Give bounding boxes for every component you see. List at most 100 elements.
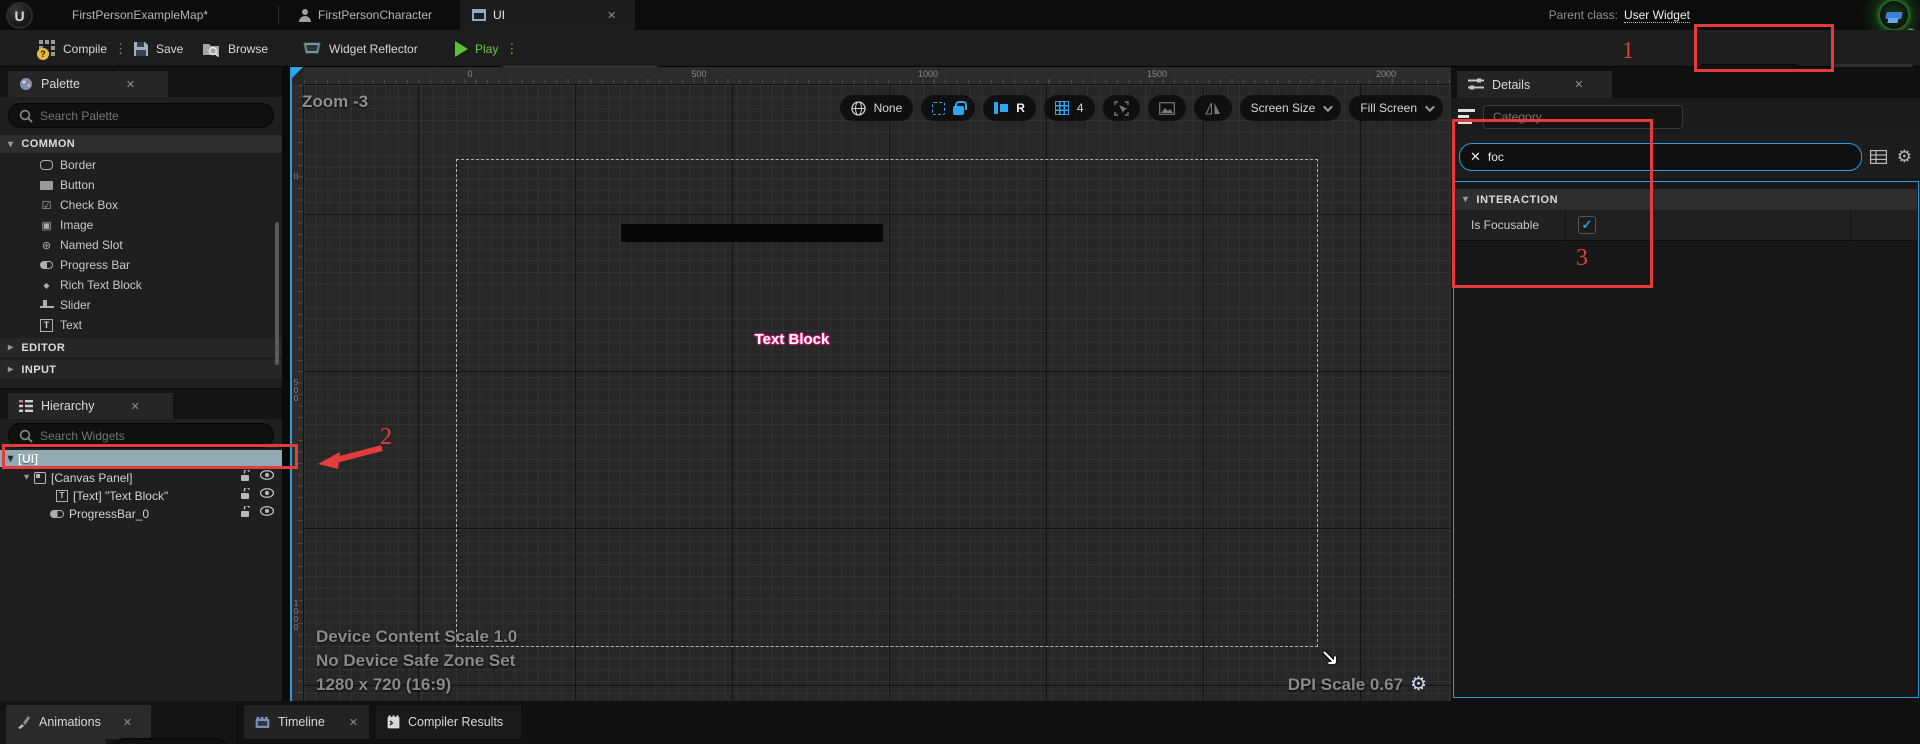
palette-item-image[interactable]: ▣Image [0, 215, 282, 235]
lock-open-icon[interactable] [240, 488, 251, 500]
tab-divider [278, 6, 279, 24]
eye-visibility-icon[interactable] [260, 470, 274, 482]
fill-screen-dropdown[interactable]: Fill Screen [1349, 95, 1443, 121]
palette-section-input[interactable]: ▸ INPUT [0, 360, 282, 379]
hierarchy-search-input[interactable] [40, 429, 263, 443]
palette-search[interactable] [8, 103, 274, 128]
palette-item-text[interactable]: TText [0, 315, 282, 335]
screen-size-dropdown[interactable]: Screen Size [1240, 95, 1342, 121]
ruler-tick-label: 0 [292, 173, 300, 181]
grid-snap-icon [1055, 101, 1069, 115]
tab-details[interactable]: Details ✕ [1457, 71, 1612, 98]
close-icon[interactable]: ✕ [607, 9, 616, 22]
annotation-box-interaction [1452, 119, 1653, 288]
palette-search-input[interactable] [40, 109, 263, 123]
marquee-select-icon[interactable] [932, 102, 945, 115]
tree-row-progressbar[interactable]: ProgressBar_0 [0, 505, 282, 522]
checkbox-icon: ☑ [40, 199, 53, 212]
palette-section-common[interactable]: ▾ COMMON [0, 135, 282, 153]
play-button[interactable]: Play ⋮ [446, 30, 527, 67]
selection-lock-group[interactable] [921, 95, 975, 121]
timeline-panel: Timeline ✕ Compiler Results [236, 701, 1451, 744]
palette-item-namedslot[interactable]: ⊛Named Slot [0, 235, 282, 255]
browse-button[interactable]: Browse [193, 30, 277, 67]
play-options-icon[interactable]: ⋮ [505, 41, 518, 57]
widget-reflector-icon [302, 41, 322, 57]
palette-item-richtextblock[interactable]: ◆Rich Text Block [0, 275, 282, 295]
root-widget-selection-outline[interactable] [456, 159, 1318, 647]
compile-label: Compile [63, 42, 107, 56]
browse-label: Browse [228, 42, 268, 56]
eye-visibility-icon[interactable] [260, 506, 274, 518]
palette-scrollbar[interactable] [275, 222, 279, 365]
save-label: Save [156, 42, 183, 56]
palette-item-border[interactable]: Border [0, 155, 282, 175]
palette-section-editor[interactable]: ▸ EDITOR [0, 338, 282, 357]
details-settings-gear-icon[interactable]: ⚙ [1897, 147, 1912, 167]
chevron-down-icon [1323, 102, 1333, 112]
ruler-vertical: 0 500 1000 [290, 85, 304, 701]
palette-item-progressbar[interactable]: Progress Bar [0, 255, 282, 275]
tab-timeline[interactable]: Timeline ✕ [244, 705, 369, 739]
item-label: Check Box [60, 198, 118, 212]
play-icon [455, 41, 468, 57]
progressbar-widget[interactable] [621, 224, 883, 242]
widget-outline-icon[interactable] [994, 102, 1008, 114]
compile-button[interactable]: ? Compile ⋮ [30, 30, 136, 67]
animations-icon [17, 715, 31, 729]
flip-preview-button[interactable] [1194, 95, 1232, 121]
play-label: Play [475, 42, 498, 56]
details-panel-footer [1451, 698, 1920, 744]
close-icon[interactable]: ✕ [131, 400, 140, 413]
tab-label: FirstPersonCharacter [318, 8, 432, 22]
column-divider[interactable] [1850, 210, 1851, 241]
compiler-results-icon [387, 715, 400, 729]
zoom-to-fit-button[interactable] [1103, 95, 1140, 121]
resize-handle-cursor[interactable] [1322, 650, 1338, 671]
tab-hierarchy[interactable]: Hierarchy ✕ [8, 393, 173, 419]
text-block-widget[interactable]: Text Block [722, 331, 862, 348]
tab-firstpersoncharacter[interactable]: FirstPersonCharacter [286, 0, 444, 30]
tree-row-text-block[interactable]: T [Text] "Text Block" [0, 487, 282, 504]
dpi-settings-gear-icon[interactable]: ⚙ [1410, 673, 1427, 696]
designer-canvas[interactable]: 0 500 1000 1500 2000 0 500 1000 Zoom -3 … [290, 67, 1451, 701]
tab-ui[interactable]: UI ✕ [460, 0, 635, 30]
tab-palette[interactable]: Palette ✕ [8, 71, 168, 97]
animations-panel: Animations ✕ + ANIMATION [0, 701, 236, 744]
tutorial-icon[interactable] [1880, 1, 1908, 29]
close-icon[interactable]: ✕ [126, 78, 135, 91]
save-button[interactable]: Save [124, 30, 192, 67]
fill-screen-label: Fill Screen [1360, 101, 1417, 115]
image-icon: ▣ [40, 219, 53, 232]
animations-search[interactable] [113, 738, 228, 744]
lock-icon[interactable] [953, 106, 964, 115]
close-icon[interactable]: ✕ [1574, 78, 1583, 91]
resolution-label: 1280 x 720 (16:9) [316, 675, 451, 695]
lock-open-icon[interactable] [240, 506, 251, 518]
respect-locks-toggle[interactable]: R [1016, 101, 1025, 115]
palette-item-button[interactable]: Button [0, 175, 282, 195]
tab-compiler-results[interactable]: Compiler Results [376, 705, 521, 739]
preview-background-button[interactable] [1148, 95, 1186, 121]
tab-animations[interactable]: Animations ✕ [6, 705, 151, 739]
eye-visibility-icon[interactable] [260, 488, 274, 500]
grid-snap-group[interactable]: 4 [1044, 95, 1095, 121]
palette-item-checkbox[interactable]: ☑ Check Box [0, 195, 282, 215]
unreal-logo[interactable]: U [6, 2, 33, 29]
chevron-down-icon[interactable]: ▾ [24, 472, 29, 483]
close-icon[interactable]: ✕ [349, 716, 358, 729]
tree-row-canvas-panel[interactable]: ▾ [Canvas Panel] [0, 469, 282, 486]
add-animation-button[interactable]: + ANIMATION [6, 738, 106, 744]
tab-firstpersonexamplemap[interactable]: FirstPersonExampleMap* [60, 0, 220, 30]
close-icon[interactable]: ✕ [123, 716, 132, 729]
lock-open-icon[interactable] [240, 470, 251, 482]
ruler-tick-label: 500 [691, 69, 706, 79]
localization-preview-button[interactable]: None [840, 95, 914, 121]
panel-splitter[interactable] [282, 67, 290, 744]
display-filter-icon[interactable] [1870, 150, 1887, 164]
outline-rule-group[interactable]: R [983, 95, 1036, 121]
grid-snap-size[interactable]: 4 [1077, 101, 1084, 115]
parent-class-link[interactable]: User Widget [1624, 8, 1690, 23]
widget-reflector-button[interactable]: Widget Reflector [293, 30, 427, 67]
palette-item-slider[interactable]: Slider [0, 295, 282, 315]
